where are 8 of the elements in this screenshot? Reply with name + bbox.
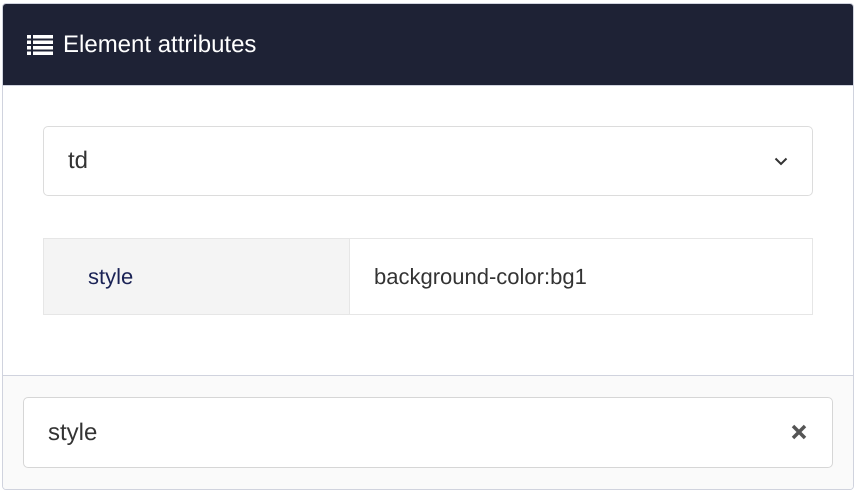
element-select[interactable]: td (43, 126, 813, 196)
attribute-value-cell-text: background-color:bg1 (373, 263, 588, 291)
filter-field[interactable]: style (23, 397, 833, 468)
attribute-name-cell: style (44, 239, 350, 314)
close-icon[interactable] (791, 424, 807, 440)
panel-title: Element attributes (63, 30, 256, 60)
chevron-down-icon (774, 156, 788, 166)
list-icon (27, 34, 53, 54)
